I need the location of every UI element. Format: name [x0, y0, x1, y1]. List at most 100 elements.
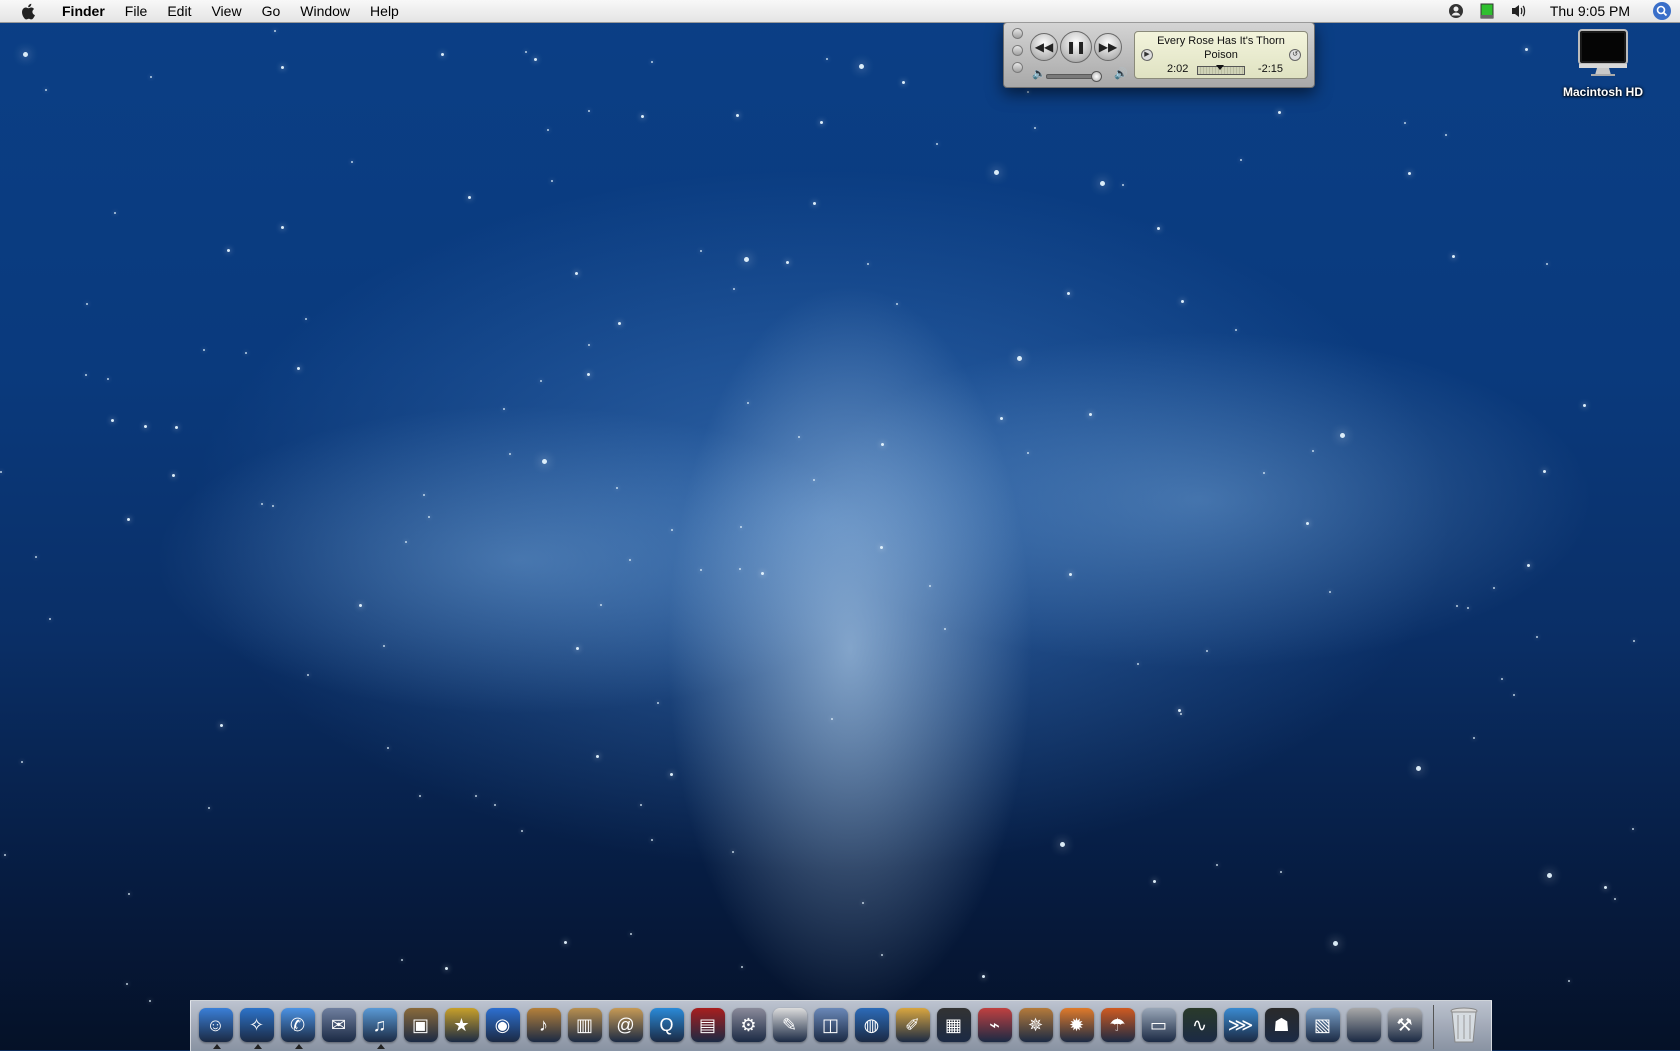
- spotlight-search-icon[interactable]: [1652, 1, 1672, 21]
- pause-button[interactable]: ❚❚: [1060, 31, 1092, 63]
- star: [1153, 880, 1156, 883]
- star: [1416, 766, 1421, 771]
- star: [0, 471, 2, 473]
- desktop-icon-macintosh-hd[interactable]: Macintosh HD: [1550, 28, 1656, 99]
- dock-item-fish[interactable]: ⋙: [1222, 1005, 1259, 1045]
- star: [651, 839, 653, 841]
- dock-item-software-update[interactable]: ▧: [1304, 1005, 1341, 1045]
- track-display[interactable]: Every Rose Has It's Thorn Poison ▶ ↺ 2:0…: [1134, 31, 1308, 79]
- volume-slider[interactable]: [1046, 71, 1102, 82]
- star: [86, 303, 88, 305]
- star: [468, 196, 471, 199]
- star: [867, 263, 869, 265]
- star: [1333, 941, 1338, 946]
- battery-icon[interactable]: [1480, 3, 1494, 19]
- software-update-icon: ▧: [1305, 1008, 1340, 1042]
- star: [618, 322, 621, 325]
- rewind-button[interactable]: ◀◀: [1030, 33, 1058, 61]
- star: [732, 851, 734, 853]
- quicktime-icon: Q: [649, 1008, 684, 1042]
- dock-item-umbrella[interactable]: ☂: [1099, 1005, 1136, 1045]
- star: [494, 804, 496, 806]
- dock-item-imovie-star[interactable]: ★: [443, 1005, 480, 1045]
- dvd-player-icon: ◉: [485, 1008, 520, 1042]
- dock-item-utility-tool[interactable]: ⚒: [1386, 1005, 1423, 1045]
- star: [1501, 678, 1503, 680]
- keynote-icon: ▥: [567, 1008, 602, 1042]
- star: [881, 443, 884, 446]
- dock-item-safari[interactable]: ✧: [238, 1005, 275, 1049]
- star: [629, 559, 631, 561]
- account-icon[interactable]: [1448, 3, 1464, 19]
- dock-item-garageband[interactable]: ♪: [525, 1005, 562, 1045]
- menu-help[interactable]: Help: [360, 0, 409, 22]
- automator-icon: ⚙: [731, 1008, 766, 1042]
- dock-item-cat[interactable]: ☗: [1263, 1005, 1300, 1045]
- dock-item-keynote[interactable]: ▥: [566, 1005, 603, 1045]
- star: [1122, 184, 1124, 186]
- track-artist: Poison: [1204, 49, 1238, 61]
- menu-app-name[interactable]: Finder: [52, 0, 115, 22]
- garageband-icon: ♪: [526, 1008, 561, 1042]
- dock-item-photo-booth[interactable]: ▤: [689, 1005, 726, 1045]
- dock-item-pages[interactable]: ✐: [894, 1005, 931, 1045]
- dock-item-trash[interactable]: [1445, 1005, 1482, 1045]
- dock-item-classic-mac[interactable]: ▭: [1140, 1005, 1177, 1045]
- progress-knob[interactable]: [1216, 65, 1225, 70]
- close-window-button[interactable]: [1012, 28, 1023, 39]
- star: [1467, 607, 1469, 609]
- volume-icon[interactable]: [1510, 3, 1528, 19]
- dock-item-dvd-player[interactable]: ◉: [484, 1005, 521, 1045]
- zoom-window-button[interactable]: [1012, 62, 1023, 73]
- star: [1452, 255, 1455, 258]
- star: [1069, 573, 1072, 576]
- snapback-icon[interactable]: ↺: [1289, 49, 1301, 61]
- display-toggle-icon[interactable]: ▶: [1141, 49, 1153, 61]
- dock-item-fish-cog[interactable]: ✹: [1058, 1005, 1095, 1045]
- star: [600, 604, 602, 606]
- dock-item-ship-wheel[interactable]: ✵: [1017, 1005, 1054, 1045]
- minimize-window-button[interactable]: [1012, 45, 1023, 56]
- star: [1633, 640, 1635, 642]
- star: [107, 378, 109, 380]
- itunes-mini-player[interactable]: ◀◀ ❚❚ ▶▶ 🔈 🔊 Every Rose Has It's Thorn P…: [1003, 22, 1315, 88]
- dock-item-quicktime[interactable]: Q: [648, 1005, 685, 1045]
- star: [740, 526, 742, 528]
- menu-window[interactable]: Window: [290, 0, 360, 22]
- dock-item-iphoto[interactable]: ▣: [402, 1005, 439, 1045]
- star: [1137, 663, 1139, 665]
- dock-item-address-book[interactable]: @: [607, 1005, 644, 1045]
- menu-file[interactable]: File: [115, 0, 158, 22]
- dock-item-preview[interactable]: ◫: [812, 1005, 849, 1045]
- progress-bar[interactable]: [1197, 65, 1245, 75]
- dock-item-finder[interactable]: ☺: [197, 1005, 234, 1049]
- menu-edit[interactable]: Edit: [157, 0, 201, 22]
- star: [274, 30, 276, 32]
- menu-go[interactable]: Go: [252, 0, 291, 22]
- dock-item-itunes[interactable]: ♫: [361, 1005, 398, 1049]
- menubar-clock[interactable]: Thu 9:05 PM: [1544, 3, 1636, 19]
- dock-item-hair-dryer[interactable]: ⌁: [976, 1005, 1013, 1045]
- dock-item-google-earth[interactable]: ◍: [853, 1005, 890, 1045]
- dock-item-textedit[interactable]: ✎: [771, 1005, 808, 1045]
- star: [944, 628, 946, 630]
- menu-view[interactable]: View: [201, 0, 251, 22]
- star: [744, 257, 749, 262]
- star: [4, 854, 6, 856]
- star: [359, 604, 362, 607]
- dock-item-system-preferences[interactable]: [1345, 1005, 1382, 1045]
- dock-item-mail[interactable]: ✉: [320, 1005, 357, 1045]
- fast-forward-button[interactable]: ▶▶: [1094, 33, 1122, 61]
- imovie-star-icon: ★: [444, 1008, 479, 1042]
- dock-item-automator[interactable]: ⚙: [730, 1005, 767, 1045]
- dock-item-ichat[interactable]: ✆: [279, 1005, 316, 1049]
- star: [1513, 694, 1515, 696]
- star: [1329, 591, 1331, 593]
- dock-item-film-clapper[interactable]: ▦: [935, 1005, 972, 1045]
- star: [576, 647, 579, 650]
- dock-item-activity-monitor[interactable]: ∿: [1181, 1005, 1218, 1045]
- star: [1181, 300, 1184, 303]
- volume-slider-knob[interactable]: [1091, 71, 1102, 82]
- star: [859, 64, 864, 69]
- apple-logo-icon[interactable]: [18, 2, 38, 20]
